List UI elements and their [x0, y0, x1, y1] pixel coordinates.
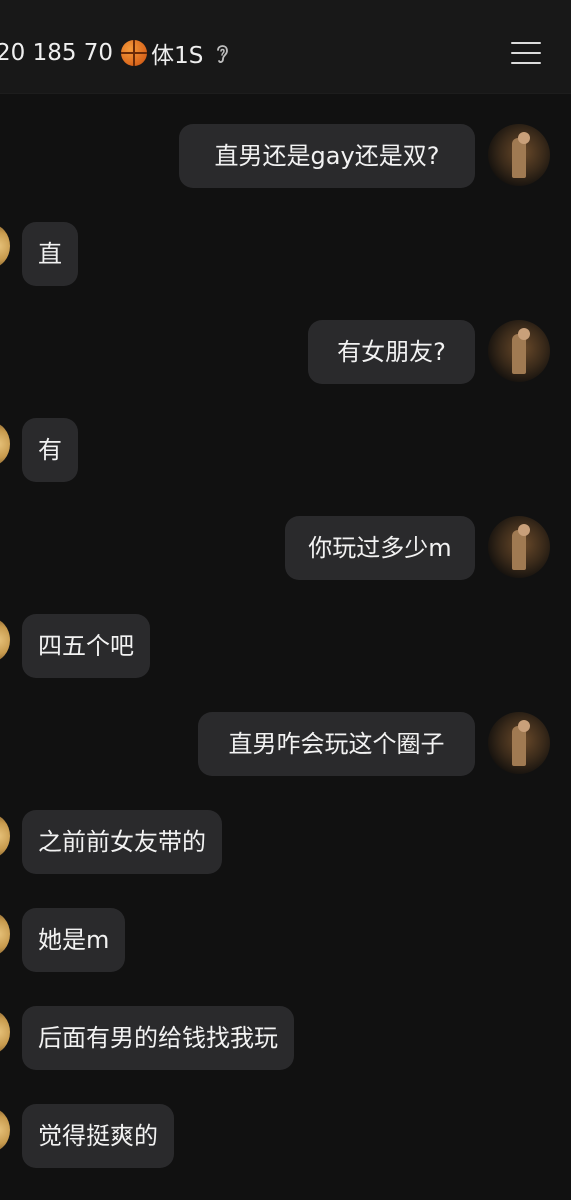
- message-bubble-outgoing[interactable]: 有女朋友?: [308, 320, 475, 384]
- contact-avatar[interactable]: [0, 1108, 10, 1152]
- message-bubble-incoming[interactable]: 直: [22, 222, 78, 286]
- message-bubble-incoming[interactable]: 四五个吧: [22, 614, 150, 678]
- message-bubble-incoming[interactable]: 她是m: [22, 908, 126, 972]
- contact-avatar[interactable]: [0, 814, 10, 858]
- message-bubble-incoming[interactable]: 后面有男的给钱找我玩: [22, 1006, 294, 1070]
- message-bubble-outgoing[interactable]: 直男还是gay还是双?: [179, 124, 475, 188]
- message-bubble-outgoing[interactable]: 直男咋会玩这个圈子: [198, 712, 475, 776]
- contact-avatar[interactable]: [0, 422, 10, 466]
- message-bubble-outgoing[interactable]: 你玩过多少m: [285, 516, 475, 580]
- my-avatar[interactable]: [488, 320, 550, 382]
- contact-avatar[interactable]: [0, 1010, 10, 1054]
- ear-icon: [217, 45, 229, 63]
- message-bubble-incoming[interactable]: 觉得挺爽的: [22, 1104, 174, 1168]
- chat-title: 20 185 70 体1S: [0, 36, 231, 70]
- basketball-icon: [121, 40, 148, 66]
- chat-header: 20 185 70 体1S: [0, 0, 571, 94]
- menu-icon[interactable]: [508, 38, 544, 68]
- chat-screen: 20 185 70 体1S 直男还是gay还是双? 直 有女朋友? 有 你玩过多…: [0, 0, 571, 1200]
- chat-title-prefix: 20 185 70: [0, 40, 114, 66]
- contact-avatar[interactable]: [0, 224, 10, 268]
- my-avatar[interactable]: [488, 124, 550, 186]
- contact-avatar[interactable]: [0, 912, 10, 956]
- message-bubble-incoming[interactable]: 之前前女友带的: [22, 810, 222, 874]
- chat-title-suffix: 体1S: [151, 43, 204, 69]
- my-avatar[interactable]: [488, 516, 550, 578]
- message-bubble-incoming[interactable]: 有: [22, 418, 78, 482]
- contact-avatar[interactable]: [0, 618, 10, 662]
- my-avatar[interactable]: [488, 712, 550, 774]
